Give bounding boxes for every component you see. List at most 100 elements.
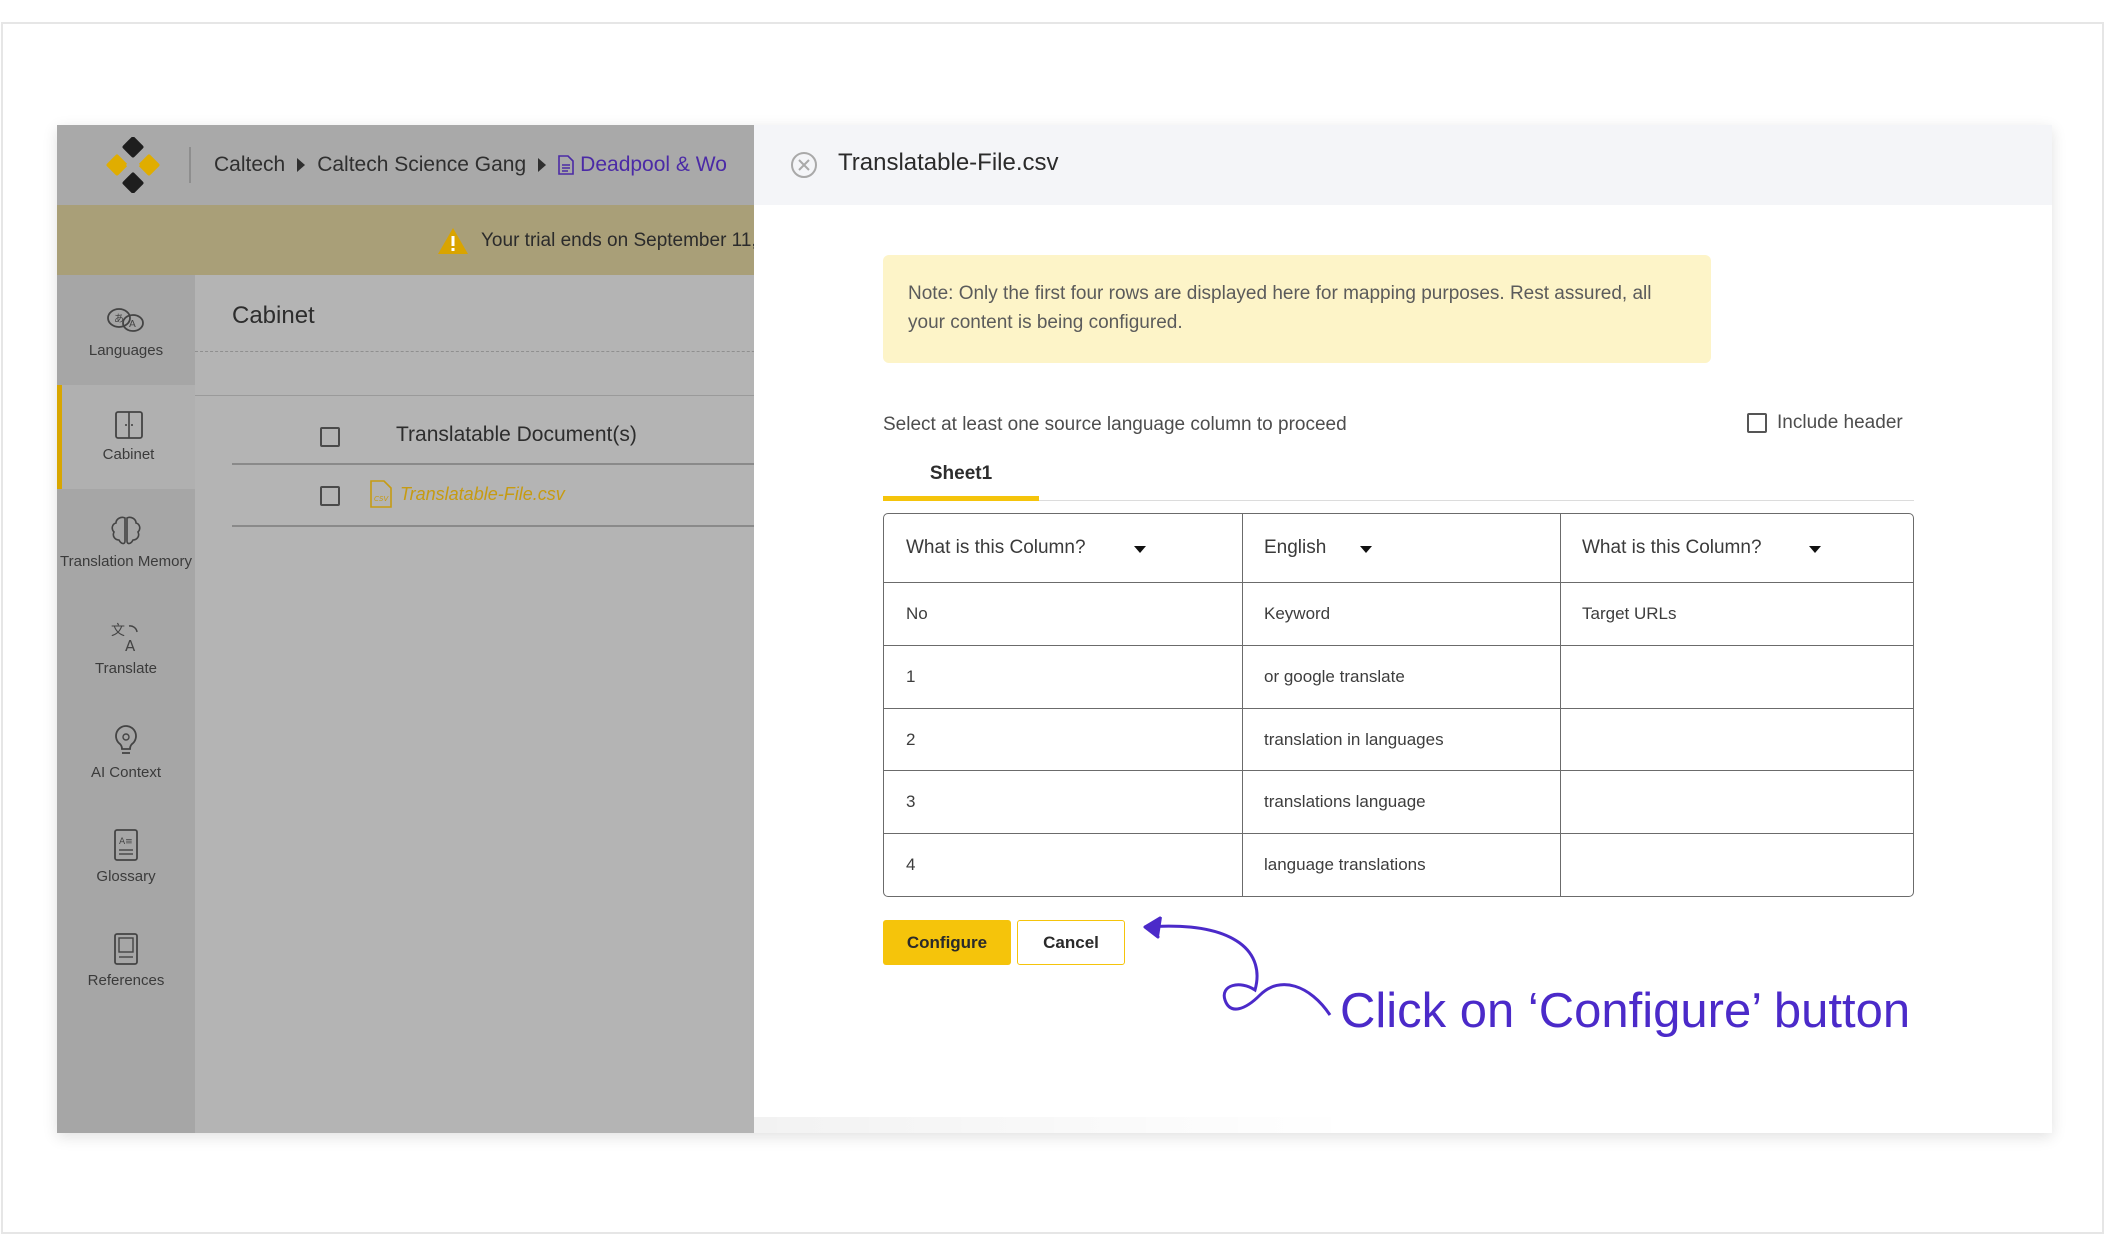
table-cell — [1560, 834, 1915, 896]
caret-down-icon — [1809, 546, 1821, 553]
divider — [195, 395, 815, 396]
references-icon — [114, 933, 138, 965]
breadcrumb: Caltech Caltech Science Gang Deadpool & … — [214, 147, 727, 183]
breadcrumb-document[interactable]: Deadpool & Wo — [558, 153, 727, 177]
svg-text:文: 文 — [111, 623, 125, 639]
sidebar-item-references[interactable]: References — [57, 909, 195, 1013]
svg-text:あ: あ — [114, 313, 124, 325]
file-link[interactable]: CSV Translatable-File.csv — [370, 480, 565, 508]
caret-down-icon — [1360, 546, 1372, 553]
svg-text:A≡: A≡ — [119, 837, 133, 847]
instruction-text: Select at least one source language colu… — [883, 414, 1347, 435]
tab-sheet1[interactable]: Sheet1 — [883, 455, 1039, 501]
sidebar-item-label: Languages — [88, 342, 164, 359]
panel-title: Translatable-File.csv — [838, 149, 1059, 176]
table-row: 4 language translations — [884, 833, 1913, 896]
trial-message: Your trial ends on September 11, — [437, 227, 757, 255]
sidebar-item-languages[interactable]: あA Languages — [57, 281, 195, 385]
table-cell: or google translate — [1264, 667, 1405, 686]
translate-icon: 文A — [111, 623, 138, 654]
divider — [189, 147, 191, 183]
cancel-button[interactable]: Cancel — [1017, 920, 1125, 965]
table-cell — [1560, 771, 1915, 833]
caret-down-icon — [1134, 546, 1146, 553]
table-cell — [1560, 709, 1915, 770]
table-cell: translation in languages — [1264, 729, 1444, 749]
mapping-table: What is this Column? English What is thi… — [883, 513, 1914, 897]
trial-text: Your trial ends on September 11, — [481, 230, 757, 251]
sidebar-item-label: References — [87, 972, 165, 989]
file-name: Translatable-File.csv — [400, 483, 565, 504]
column-select[interactable]: English — [1242, 514, 1560, 582]
curved-arrow-icon — [1143, 916, 1332, 1016]
app-window: Caltech Caltech Science Gang Deadpool & … — [57, 125, 2052, 1133]
page-title: Cabinet — [232, 302, 315, 329]
sidebar-item-label: Glossary — [96, 868, 156, 885]
table-cell: Target URLs — [1582, 604, 1677, 623]
table-cell: 3 — [906, 792, 916, 811]
breadcrumb-document-label: Deadpool & Wo — [580, 153, 727, 176]
include-header-checkbox[interactable] — [1747, 413, 1767, 433]
warning-icon — [438, 228, 468, 254]
sidebar-item-glossary[interactable]: A≡ Glossary — [57, 805, 195, 909]
column-select-label: English — [1264, 537, 1327, 558]
caret-right-icon — [538, 158, 547, 172]
column-header-documents: Translatable Document(s) — [396, 423, 637, 446]
brain-icon — [111, 516, 141, 545]
table-cell — [1560, 646, 1915, 708]
svg-text:A: A — [125, 637, 136, 654]
sidebar-item-translate[interactable]: 文A Translate — [57, 597, 195, 701]
column-divider — [1242, 514, 1243, 896]
divider — [195, 351, 815, 352]
logo-icon[interactable] — [105, 137, 161, 193]
table-row: 1 or google translate — [884, 645, 1913, 708]
languages-icon: あA — [107, 308, 144, 332]
csv-file-icon: CSV — [370, 480, 392, 508]
table-row: 3 translations language — [884, 770, 1913, 833]
breadcrumb-team[interactable]: Caltech Science Gang — [317, 153, 526, 177]
sidebar: あA Languages Cabinet Translation Memory … — [57, 275, 195, 1133]
column-select-label: What is this Column? — [1582, 537, 1762, 558]
column-select[interactable]: What is this Column? — [1560, 514, 1915, 582]
table-row: 2 translation in languages — [884, 708, 1913, 770]
sidebar-item-label: Cabinet — [102, 446, 155, 463]
glossary-icon: A≡ — [114, 829, 138, 861]
file-mapping-panel: Translatable-File.csv Note: Only the fir… — [754, 125, 2052, 1133]
cabinet-icon — [114, 411, 143, 439]
sidebar-item-translation-memory[interactable]: Translation Memory — [57, 491, 195, 595]
document-icon — [558, 155, 574, 175]
svg-text:A: A — [129, 319, 136, 330]
breadcrumb-org[interactable]: Caltech — [214, 153, 285, 177]
sidebar-item-label: Translate — [95, 660, 157, 677]
select-all-checkbox[interactable] — [320, 427, 340, 447]
close-icon[interactable] — [790, 151, 818, 179]
panel-shadow — [754, 1117, 1354, 1133]
table-cell: translations language — [1264, 792, 1426, 811]
sheet-tabs: Sheet1 — [883, 455, 1914, 501]
row-checkbox[interactable] — [320, 486, 340, 506]
configure-button[interactable]: Configure — [883, 920, 1011, 965]
table-cell: Keyword — [1264, 604, 1331, 623]
table-row: No Keyword Target URLs — [884, 582, 1913, 645]
table-cell: 1 — [906, 667, 916, 686]
sidebar-item-label: Translation Memory — [60, 553, 192, 570]
callout-text: Click on ‘Configure’ button — [1340, 984, 1911, 1038]
info-note: Note: Only the first four rows are displ… — [883, 255, 1711, 363]
table-header-row: What is this Column? English What is thi… — [884, 514, 1913, 582]
caret-right-icon — [297, 158, 306, 172]
include-header-toggle[interactable]: Include header — [1747, 412, 1903, 434]
include-header-label: Include header — [1777, 412, 1903, 433]
column-divider — [1560, 514, 1561, 896]
column-select-label: What is this Column? — [906, 537, 1086, 558]
table-cell: No — [906, 604, 928, 623]
table-cell: 2 — [906, 729, 916, 749]
divider — [232, 463, 812, 465]
lightbulb-icon — [115, 725, 137, 754]
table-cell: language translations — [1264, 855, 1426, 874]
sidebar-item-ai-context[interactable]: AI Context — [57, 701, 195, 805]
sidebar-item-label: AI Context — [90, 764, 162, 781]
svg-text:CSV: CSV — [374, 495, 389, 503]
divider — [232, 525, 812, 527]
column-select[interactable]: What is this Column? — [884, 514, 1242, 582]
sidebar-item-cabinet[interactable]: Cabinet — [57, 385, 195, 489]
